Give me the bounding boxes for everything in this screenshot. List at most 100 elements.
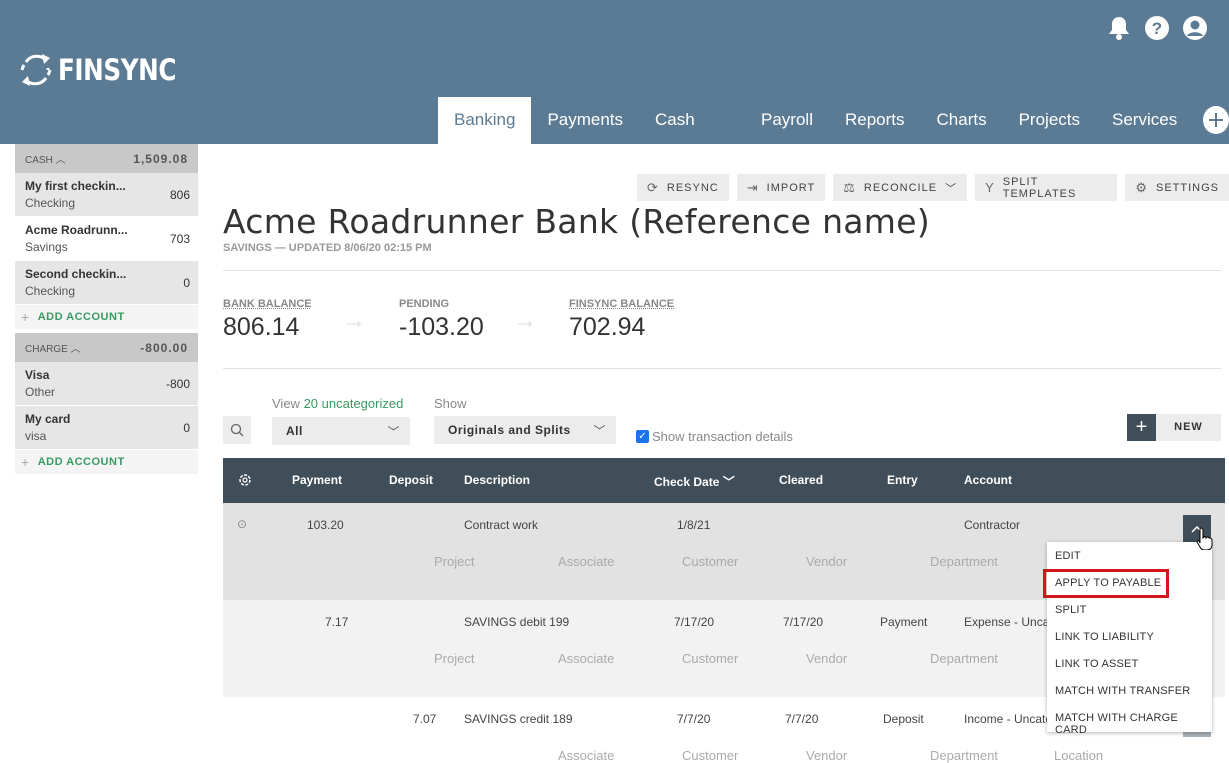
uncategorized-link[interactable]: 20 uncategorized <box>304 396 404 411</box>
cell-payment: 7.17 <box>325 615 348 629</box>
menu-item-link-to-liability[interactable]: LINK TO LIABILITY <box>1055 631 1154 643</box>
customer-field[interactable]: Customer <box>682 554 738 569</box>
menu-item-link-to-asset[interactable]: LINK TO ASSET <box>1055 658 1139 670</box>
finsync-logo[interactable]: FINSYNC <box>18 48 197 92</box>
account-item[interactable]: Second checkin... Checking 0 <box>15 261 198 305</box>
cell-check-date: 1/8/21 <box>677 518 710 532</box>
project-field[interactable]: Project <box>434 651 474 666</box>
tab-payroll[interactable]: Payroll <box>745 97 829 144</box>
show-select[interactable]: Originals and Splits ﹀ <box>434 416 616 444</box>
tab-services[interactable]: Services <box>1096 97 1193 144</box>
pending-balance: PENDING -103.20 <box>399 298 484 342</box>
chevron-up-icon: ︿ <box>71 344 81 355</box>
main-nav: Banking Payments Cash Flow Payroll Repor… <box>438 97 1229 144</box>
chevron-down-icon: ﹀ <box>593 422 606 439</box>
reconcile-button[interactable]: ⚖ RECONCILE ﹀ <box>833 174 967 201</box>
account-value: 806 <box>170 188 190 202</box>
cell-check-date: 7/7/20 <box>677 712 710 726</box>
help-icon[interactable]: ? <box>1143 14 1171 42</box>
checkbox-checked-icon: ✓ <box>636 430 649 443</box>
account-name: Second checkin... <box>25 267 190 281</box>
tab-banking[interactable]: Banking <box>438 97 531 144</box>
split-templates-button[interactable]: Y SPLIT TEMPLATES <box>975 174 1117 201</box>
add-account-button[interactable]: + ADD ACCOUNT <box>15 305 198 329</box>
new-transaction-button[interactable]: + NEW <box>1127 414 1221 441</box>
user-icon[interactable] <box>1181 14 1209 42</box>
vendor-field[interactable]: Vendor <box>806 554 847 569</box>
bank-balance: BANK BALANCE 806.14 <box>223 298 312 342</box>
account-item[interactable]: Visa Other -800 <box>15 362 198 406</box>
customer-field[interactable]: Customer <box>682 651 738 666</box>
project-field[interactable]: Project <box>434 554 474 569</box>
app-header: FINSYNC ? Banking Payments Cash Flow Pay… <box>0 0 1229 144</box>
plus-icon: + <box>21 454 30 470</box>
col-deposit[interactable]: Deposit <box>389 473 433 487</box>
settings-button[interactable]: ⚙ SETTINGS <box>1125 174 1229 201</box>
tab-reports[interactable]: Reports <box>829 97 921 144</box>
plus-icon: + <box>21 309 30 325</box>
department-field[interactable]: Department <box>930 651 998 666</box>
cell-payment: 103.20 <box>307 518 344 532</box>
account-value: 0 <box>183 276 190 290</box>
cash-group-header[interactable]: CASH ︿ 1,509.08 <box>15 144 198 173</box>
add-plus-icon[interactable] <box>1203 106 1229 134</box>
view-prefix: View <box>272 396 300 411</box>
menu-item-match-with-charge-card[interactable]: MATCH WITH CHARGE CARD <box>1055 712 1212 736</box>
arrow-right-icon: → <box>342 307 366 335</box>
associate-field[interactable]: Associate <box>558 651 614 666</box>
col-check-date[interactable]: Check Date ﹀ <box>654 473 735 490</box>
account-value: 0 <box>183 421 190 435</box>
finsync-balance-label: FINSYNC BALANCE <box>569 298 674 310</box>
pending-label: PENDING <box>399 298 484 310</box>
bell-icon[interactable] <box>1105 14 1133 42</box>
menu-item-split[interactable]: SPLIT <box>1055 604 1087 616</box>
vendor-field[interactable]: Vendor <box>806 651 847 666</box>
cell-account: Contractor <box>964 518 1020 532</box>
charge-amount: -800.00 <box>140 341 188 355</box>
cash-label: CASH <box>25 155 53 166</box>
tab-charts[interactable]: Charts <box>921 97 1003 144</box>
accounts-sidebar: CASH ︿ 1,509.08 My first checkin... Checki… <box>15 144 198 474</box>
col-account[interactable]: Account <box>964 473 1012 487</box>
resync-label: RESYNC <box>667 182 719 194</box>
associate-field[interactable]: Associate <box>558 554 614 569</box>
account-item[interactable]: My first checkin... Checking 806 <box>15 173 198 217</box>
charge-group-header[interactable]: CHARGE ︿ -800.00 <box>15 333 198 362</box>
page-title: Acme Roadrunner Bank (Reference name) <box>223 202 930 241</box>
charge-label: CHARGE <box>25 344 68 355</box>
show-details-checkbox[interactable]: ✓ Show transaction details <box>636 429 793 444</box>
account-item[interactable]: My card visa 0 <box>15 406 198 450</box>
view-select[interactable]: All ﹀ <box>272 417 410 445</box>
view-filter-label: View 20 uncategorized <box>272 396 403 411</box>
import-icon: ⇥ <box>747 180 759 196</box>
search-button[interactable] <box>223 416 251 444</box>
menu-item-edit[interactable]: EDIT <box>1055 550 1081 562</box>
col-entry[interactable]: Entry <box>887 473 918 487</box>
account-subtitle: SAVINGS — UPDATED 8/06/20 02:15 PM <box>223 242 432 254</box>
col-description[interactable]: Description <box>464 473 530 487</box>
cell-description: Contract work <box>464 518 538 532</box>
gear-icon[interactable] <box>237 472 253 491</box>
cell-deposit: 7.07 <box>413 712 436 726</box>
scale-icon: ⚖ <box>843 180 856 196</box>
import-label: IMPORT <box>767 182 816 194</box>
cell-account: Expense - Uncat <box>964 615 1053 629</box>
add-account-button[interactable]: + ADD ACCOUNT <box>15 450 198 474</box>
col-cleared[interactable]: Cleared <box>779 473 823 487</box>
menu-item-match-with-transfer[interactable]: MATCH WITH TRANSFER <box>1055 685 1190 697</box>
col-payment[interactable]: Payment <box>292 473 342 487</box>
cell-account: Income - Uncate <box>964 712 1052 726</box>
tab-cash-flow[interactable]: Cash Flow <box>639 97 745 144</box>
import-button[interactable]: ⇥ IMPORT <box>737 174 825 201</box>
search-icon <box>230 423 244 437</box>
account-value: 703 <box>170 232 190 246</box>
account-item[interactable]: Acme Roadrunn... Savings 703 <box>15 217 198 261</box>
logo-text: FINSYNC <box>58 53 176 87</box>
resync-button[interactable]: ⟳ RESYNC <box>637 174 729 201</box>
account-type: Savings <box>25 240 190 254</box>
add-account-label: ADD ACCOUNT <box>38 311 125 323</box>
tab-payments[interactable]: Payments <box>531 97 639 144</box>
department-field[interactable]: Department <box>930 554 998 569</box>
tab-projects[interactable]: Projects <box>1003 97 1096 144</box>
collapse-icon[interactable]: ⊙ <box>237 517 247 531</box>
